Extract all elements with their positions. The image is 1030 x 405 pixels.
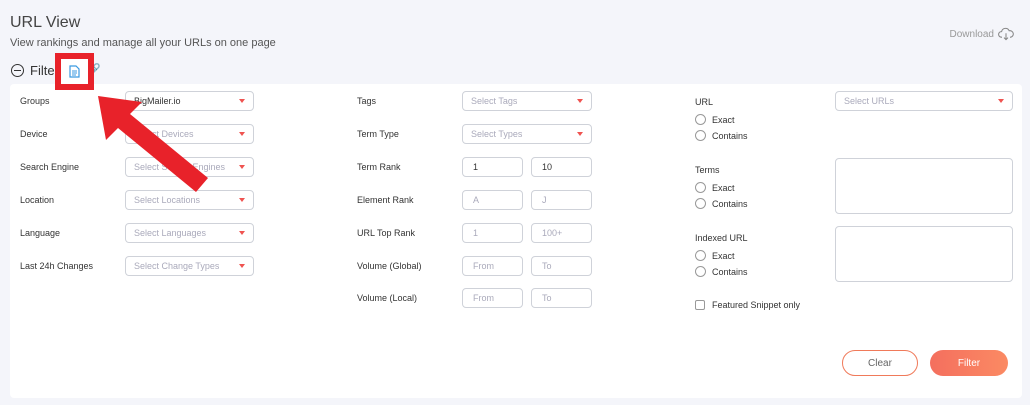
tags-label: Tags	[357, 96, 377, 106]
checkbox-icon	[695, 300, 705, 310]
highlight-box	[55, 53, 94, 90]
volume-global-from-input[interactable]: From	[462, 256, 523, 276]
indexed-url-contains-radio[interactable]: Contains	[695, 266, 748, 277]
chevron-down-icon	[577, 99, 583, 103]
download-label: Download	[949, 28, 994, 40]
volume-local-to-input[interactable]: To	[531, 288, 592, 308]
url-contains-radio[interactable]: Contains	[695, 130, 748, 141]
chevron-down-icon	[577, 132, 583, 136]
url-label: URL	[695, 97, 714, 107]
terms-textarea[interactable]	[835, 158, 1013, 214]
chevron-down-icon	[239, 264, 245, 268]
radio-circle-icon	[695, 130, 706, 141]
chevron-down-icon	[239, 231, 245, 235]
groups-label: Groups	[20, 96, 50, 106]
search-engine-select[interactable]: Select Search Engines	[125, 157, 254, 177]
location-select[interactable]: Select Locations	[125, 190, 254, 210]
chevron-down-icon	[239, 132, 245, 136]
chevron-down-icon	[239, 99, 245, 103]
term-rank-from-input[interactable]: 1	[462, 157, 523, 177]
filter-panel: Groups BigMailer.io Device Select Device…	[10, 84, 1022, 398]
search-engine-label: Search Engine	[20, 162, 80, 172]
featured-snippet-checkbox[interactable]: Featured Snippet only	[695, 300, 800, 310]
device-select[interactable]: Select Devices	[125, 124, 254, 144]
radio-circle-icon	[695, 198, 706, 209]
radio-circle-icon	[695, 250, 706, 261]
page-subtitle: View rankings and manage all your URLs o…	[10, 37, 276, 49]
indexed-url-exact-radio[interactable]: Exact	[695, 250, 735, 261]
terms-exact-radio[interactable]: Exact	[695, 182, 735, 193]
page-header: URL View View rankings and manage all yo…	[10, 14, 276, 49]
volume-global-to-input[interactable]: To	[531, 256, 592, 276]
indexed-url-textarea[interactable]	[835, 226, 1013, 282]
term-rank-label: Term Rank	[357, 162, 401, 172]
cloud-download-icon	[998, 27, 1014, 41]
element-rank-to-input[interactable]: J	[531, 190, 592, 210]
url-top-rank-from-input[interactable]: 1	[462, 223, 523, 243]
indexed-url-label: Indexed URL	[695, 233, 748, 243]
filter-button[interactable]: Filter	[930, 350, 1008, 376]
element-rank-from-input[interactable]: A	[462, 190, 523, 210]
changes-label: Last 24h Changes	[20, 261, 94, 271]
element-rank-label: Element Rank	[357, 195, 414, 205]
collapse-icon	[11, 64, 24, 77]
volume-global-label: Volume (Global)	[357, 261, 422, 271]
term-rank-to-input[interactable]: 10	[531, 157, 592, 177]
download-button[interactable]: Download	[950, 27, 1014, 41]
radio-circle-icon	[695, 182, 706, 193]
terms-label: Terms	[695, 165, 720, 175]
url-select[interactable]: Select URLs	[835, 91, 1013, 111]
changes-select[interactable]: Select Change Types	[125, 256, 254, 276]
terms-contains-radio[interactable]: Contains	[695, 198, 748, 209]
chevron-down-icon	[239, 198, 245, 202]
language-label: Language	[20, 228, 61, 238]
url-top-rank-to-input[interactable]: 100+	[531, 223, 592, 243]
groups-select[interactable]: BigMailer.io	[125, 91, 254, 111]
url-top-rank-label: URL Top Rank	[357, 228, 416, 238]
radio-circle-icon	[695, 266, 706, 277]
document-icon[interactable]	[69, 65, 80, 78]
volume-local-label: Volume (Local)	[357, 293, 418, 303]
device-label: Device	[20, 129, 48, 139]
filter-toggle[interactable]: Filter	[11, 63, 59, 78]
chevron-down-icon	[998, 99, 1004, 103]
url-exact-radio[interactable]: Exact	[695, 114, 735, 125]
clear-button[interactable]: Clear	[842, 350, 918, 376]
chevron-down-icon	[239, 165, 245, 169]
location-label: Location	[20, 195, 55, 205]
page-title: URL View	[10, 14, 81, 31]
volume-local-from-input[interactable]: From	[462, 288, 523, 308]
tags-select[interactable]: Select Tags	[462, 91, 592, 111]
language-select[interactable]: Select Languages	[125, 223, 254, 243]
term-type-select[interactable]: Select Types	[462, 124, 592, 144]
term-type-label: Term Type	[357, 129, 399, 139]
radio-circle-icon	[695, 114, 706, 125]
